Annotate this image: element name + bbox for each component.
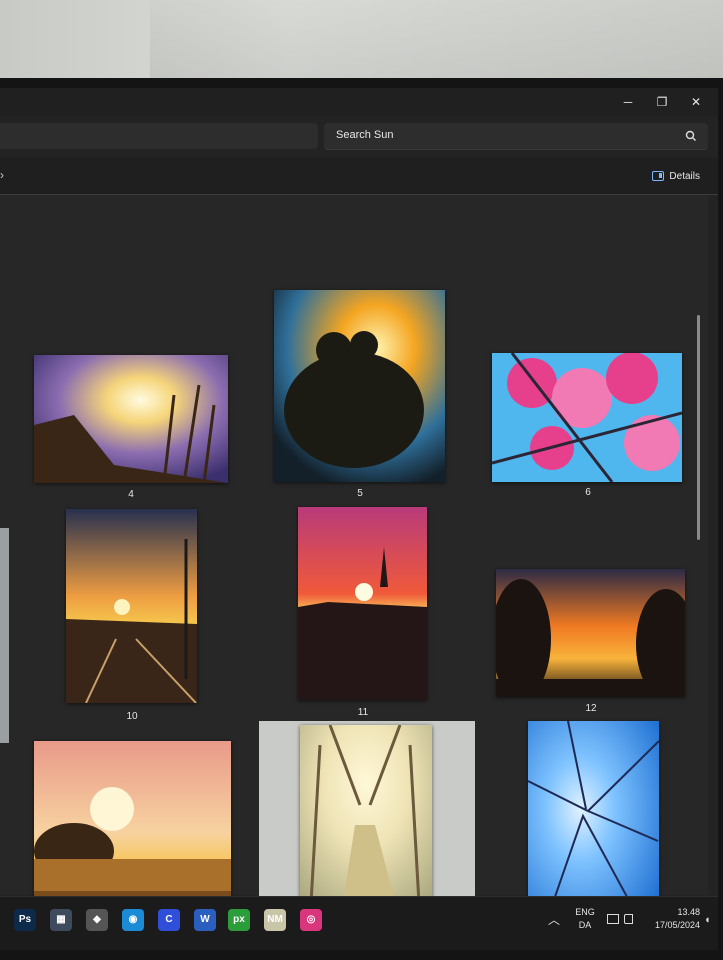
maximize-button[interactable]: ❐ (647, 92, 677, 112)
calculator-icon[interactable]: ▦ (50, 909, 72, 931)
file-explorer-window: ─ ❐ ✕ Search Sun › Details 4 5 6 10 11 1… (0, 88, 718, 950)
photo-tile[interactable]: 11 (298, 507, 428, 725)
command-bar: › Details (0, 158, 718, 195)
tree-sky-photo-18 (528, 721, 659, 917)
search-input[interactable]: Search Sun (324, 123, 708, 150)
photo-thumbnail[interactable] (496, 569, 685, 697)
photo-thumbnail[interactable] (274, 290, 445, 482)
word-icon[interactable]: W (194, 909, 216, 931)
taskbar: Ps ▦ ◆ ◉ C W px NM ◎ ︿ ENG DA 13.48 17/0… (0, 896, 718, 950)
c-app-icon[interactable]: C (158, 909, 180, 931)
network-icon[interactable] (607, 914, 619, 924)
photo-label: 10 (126, 711, 138, 722)
photo-label: 12 (585, 703, 597, 714)
search-placeholder: Search Sun (336, 129, 394, 141)
photo-thumbnail[interactable] (300, 725, 432, 921)
photo-thumbnail[interactable] (66, 509, 197, 703)
volume-icon[interactable] (624, 914, 633, 924)
trees-sunset-photo-12 (496, 569, 685, 697)
photo-thumbnail[interactable] (492, 353, 682, 482)
chevron-left-icon[interactable]: › (0, 168, 4, 182)
photo-label: 4 (128, 489, 134, 500)
blossom-photo-6 (492, 353, 682, 482)
minimize-button[interactable]: ─ (613, 92, 643, 112)
date: 17/05/2024 (654, 920, 700, 930)
navigation-pane-edge (0, 528, 9, 743)
title-bar: ─ ❐ ✕ (0, 88, 718, 116)
photo-tile[interactable]: 5 (274, 290, 446, 510)
photo-tile[interactable]: 10 (66, 509, 198, 724)
language-indicator[interactable]: ENG DA (570, 906, 600, 932)
photo-label: 6 (585, 487, 591, 498)
sunset-photo-4 (34, 355, 228, 483)
px-app-icon[interactable]: px (228, 909, 250, 931)
photo-tile[interactable]: 12 (496, 569, 686, 719)
photoshop-icon[interactable]: Ps (14, 909, 36, 931)
app-icon[interactable]: ◆ (86, 909, 108, 931)
notification-bell-icon[interactable]: ◖ (704, 914, 711, 926)
photo-label: 5 (357, 488, 363, 499)
details-button[interactable]: Details (652, 168, 700, 184)
chevron-up-icon[interactable]: ︿ (548, 911, 560, 928)
railway-sunset-photo-10 (66, 509, 197, 703)
church-sunset-photo-11 (298, 507, 427, 700)
photo-grid: 4 5 6 10 11 12 (0, 195, 708, 950)
nm-app-icon[interactable]: NM (264, 909, 286, 931)
instagram-icon[interactable]: ◎ (300, 909, 322, 931)
sunset-photo-5 (274, 290, 445, 482)
photo-thumbnail[interactable] (528, 721, 659, 917)
address-bar[interactable] (0, 123, 318, 149)
clock[interactable]: 13.48 17/05/2024 (645, 906, 700, 932)
photo-thumbnail[interactable] (298, 507, 427, 700)
close-button[interactable]: ✕ (681, 92, 711, 112)
details-pane-icon (652, 171, 665, 181)
path-trees-photo-17 (300, 725, 432, 921)
vertical-scrollbar[interactable] (697, 315, 700, 540)
search-icon[interactable] (684, 129, 698, 143)
time: 13.48 (677, 907, 700, 917)
details-label: Details (669, 170, 700, 182)
edge-icon[interactable]: ◉ (122, 909, 144, 931)
photo-tile[interactable]: 4 (34, 355, 230, 505)
photo-tile[interactable]: 6 (492, 353, 684, 503)
photo-label: 11 (357, 707, 369, 718)
photo-thumbnail[interactable] (34, 355, 228, 483)
